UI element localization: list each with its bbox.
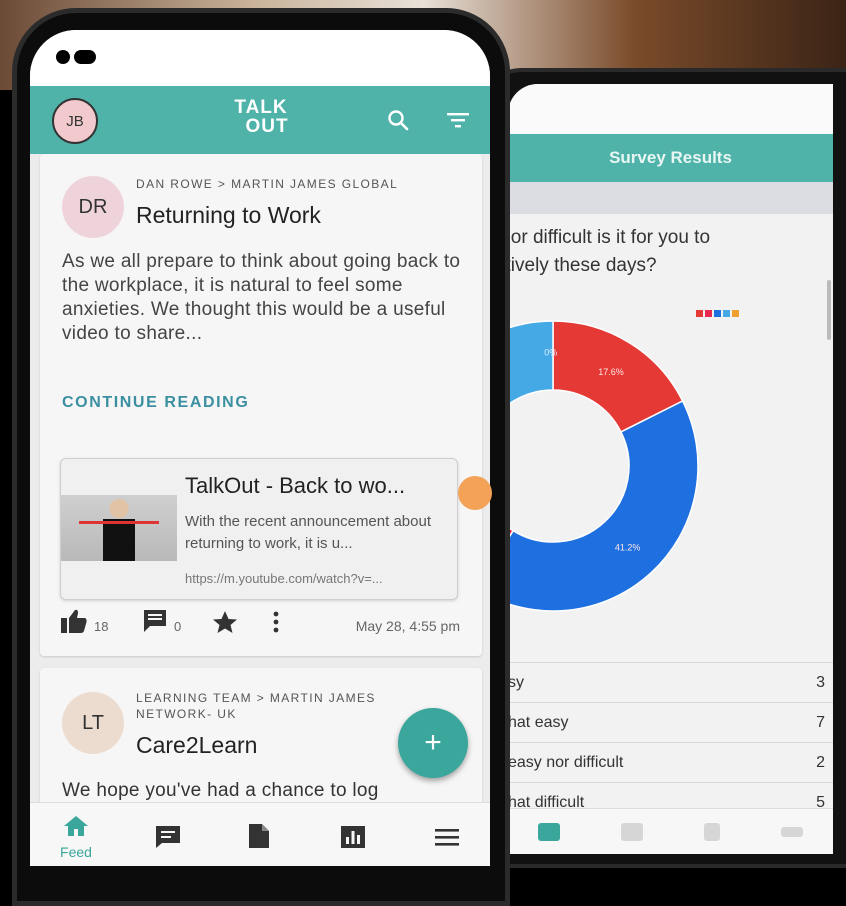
menu-icon[interactable] (780, 826, 803, 837)
option-label: hat easy (508, 713, 569, 731)
like-count: 18 (94, 619, 109, 634)
post-excerpt: As we all prepare to think about going b… (62, 251, 461, 344)
more-vert-icon[interactable] (272, 610, 280, 634)
author-avatar[interactable]: LT (62, 692, 124, 754)
post-excerpt: We hope you've had a chance to log (62, 780, 379, 801)
survey-question: y or difficult is it for you to ctively … (508, 214, 833, 290)
question-line-1: y or difficult is it for you to (508, 227, 711, 248)
donut-slice[interactable] (508, 399, 699, 612)
menu-icon[interactable] (434, 827, 460, 847)
document-icon[interactable] (248, 823, 270, 849)
comment-button[interactable]: 0 (142, 608, 181, 634)
talkout-logo: TALK OUT (224, 98, 298, 136)
user-avatar[interactable]: JB (52, 98, 98, 144)
bar-chart-icon[interactable] (340, 825, 366, 849)
survey-header: Survey Results (508, 134, 833, 182)
survey-subheader (508, 182, 833, 214)
author-avatar[interactable]: DR (62, 176, 124, 238)
survey-screen: Survey Results y or difficult is it for … (508, 84, 833, 854)
add-post-button[interactable]: + (398, 708, 468, 778)
logo-line-2: OUT (245, 116, 289, 137)
question-line-2: ctively these days? (508, 255, 657, 276)
status-bar (508, 84, 833, 134)
survey-header-title: Survey Results (609, 148, 732, 167)
option-count: 3 (816, 673, 825, 691)
link-preview-title: TalkOut - Back to wo... (185, 473, 406, 498)
nav-item-feed[interactable]: Feed (46, 815, 106, 860)
author-initials: LT (82, 711, 104, 734)
post-actions: 18 0 May 28, 4:55 pm (60, 608, 460, 642)
document-icon[interactable] (703, 822, 720, 841)
slice-label: 17.6% (598, 367, 624, 377)
user-initials: JB (66, 112, 84, 130)
legend-swatch (714, 310, 721, 317)
post-meta: LEARNING TEAM > MARTIN JAMES NETWORK- UK (136, 691, 376, 721)
post-title: Care2Learn (136, 732, 258, 758)
option-row[interactable]: sy 3 (508, 662, 833, 702)
video-call-icon[interactable] (458, 476, 492, 510)
post-meta: DAN ROWE > MARTIN JAMES GLOBAL (136, 177, 399, 191)
option-count: 2 (816, 753, 825, 771)
slice-label: 0% (544, 348, 557, 358)
chart-icon[interactable] (538, 822, 561, 841)
plus-icon: + (424, 726, 442, 759)
bottom-nav: Feed (30, 802, 490, 866)
slice-label: 41.2% (615, 542, 641, 552)
scrollbar-thumb[interactable] (827, 280, 831, 340)
continue-reading-link[interactable]: CONTINUE READING (62, 394, 249, 412)
option-count: 7 (816, 713, 825, 731)
post-title: Returning to Work (136, 202, 321, 228)
author-initials: DR (78, 195, 108, 218)
option-label: sy (508, 673, 524, 691)
status-bar (30, 30, 490, 86)
thumbs-up-icon (61, 609, 87, 633)
option-row[interactable]: easy nor difficult 2 (508, 742, 833, 782)
comment-count: 0 (174, 619, 182, 634)
feed-screen: JB TALK OUT DR DAN ROWE > MARTIN JAMES G… (30, 30, 490, 866)
legend-swatch (732, 310, 739, 317)
link-preview-url: https://m.youtube.com/watch?v=... (185, 571, 383, 586)
survey-options-list: sy 3 hat easy 7 easy nor difficult 2 hat… (508, 662, 833, 822)
legend-swatch (705, 310, 712, 317)
app-bar: JB TALK OUT (30, 86, 490, 154)
option-row[interactable]: hat easy 7 (508, 702, 833, 742)
home-icon (64, 816, 88, 836)
chat-icon[interactable] (154, 825, 182, 849)
search-icon[interactable] (386, 108, 410, 132)
survey-bottom-nav (508, 808, 833, 854)
option-label: easy nor difficult (508, 753, 624, 771)
chat-icon[interactable] (621, 822, 644, 841)
star-icon[interactable] (212, 610, 238, 634)
post-card[interactable]: DR DAN ROWE > MARTIN JAMES GLOBAL Return… (40, 154, 482, 656)
donut-chart: 17.6%41.2%11.8%29.4%0% (508, 320, 699, 612)
video-thumbnail[interactable] (61, 495, 177, 561)
link-preview-description: With the recent announcement about retur… (185, 513, 431, 552)
legend-swatch (723, 310, 730, 317)
camera-icon (56, 50, 96, 64)
comment-icon (144, 610, 166, 632)
like-button[interactable]: 18 (60, 608, 108, 634)
filter-icon[interactable] (446, 110, 470, 130)
logo-line-1: TALK (234, 97, 288, 118)
post-date: May 28, 4:55 pm (355, 618, 460, 634)
nav-label-feed: Feed (60, 844, 92, 860)
link-preview-card[interactable]: TalkOut - Back to wo... With the recent … (60, 458, 458, 600)
